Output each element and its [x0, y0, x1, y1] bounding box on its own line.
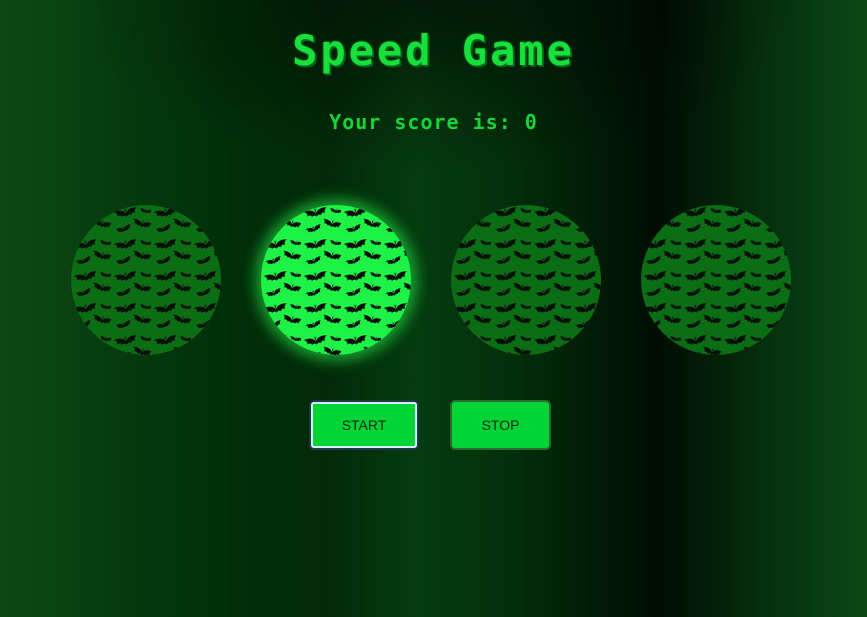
circle-row — [0, 205, 867, 355]
bat-icon — [71, 205, 221, 355]
game-title: Speed Game — [292, 26, 575, 75]
score-label: Your score is: — [329, 110, 525, 134]
game-circle-2-active[interactable] — [261, 205, 411, 355]
start-button[interactable]: START — [309, 400, 419, 450]
score-display: Your score is: 0 — [0, 110, 867, 134]
game-circle-4[interactable] — [641, 205, 791, 355]
game-circle-1[interactable] — [71, 205, 221, 355]
game-circle-3[interactable] — [451, 205, 601, 355]
bat-icon — [261, 205, 411, 355]
score-value: 0 — [524, 110, 538, 134]
bat-icon — [641, 205, 791, 355]
bat-icon — [451, 205, 601, 355]
stop-button[interactable]: STOP — [450, 400, 551, 450]
